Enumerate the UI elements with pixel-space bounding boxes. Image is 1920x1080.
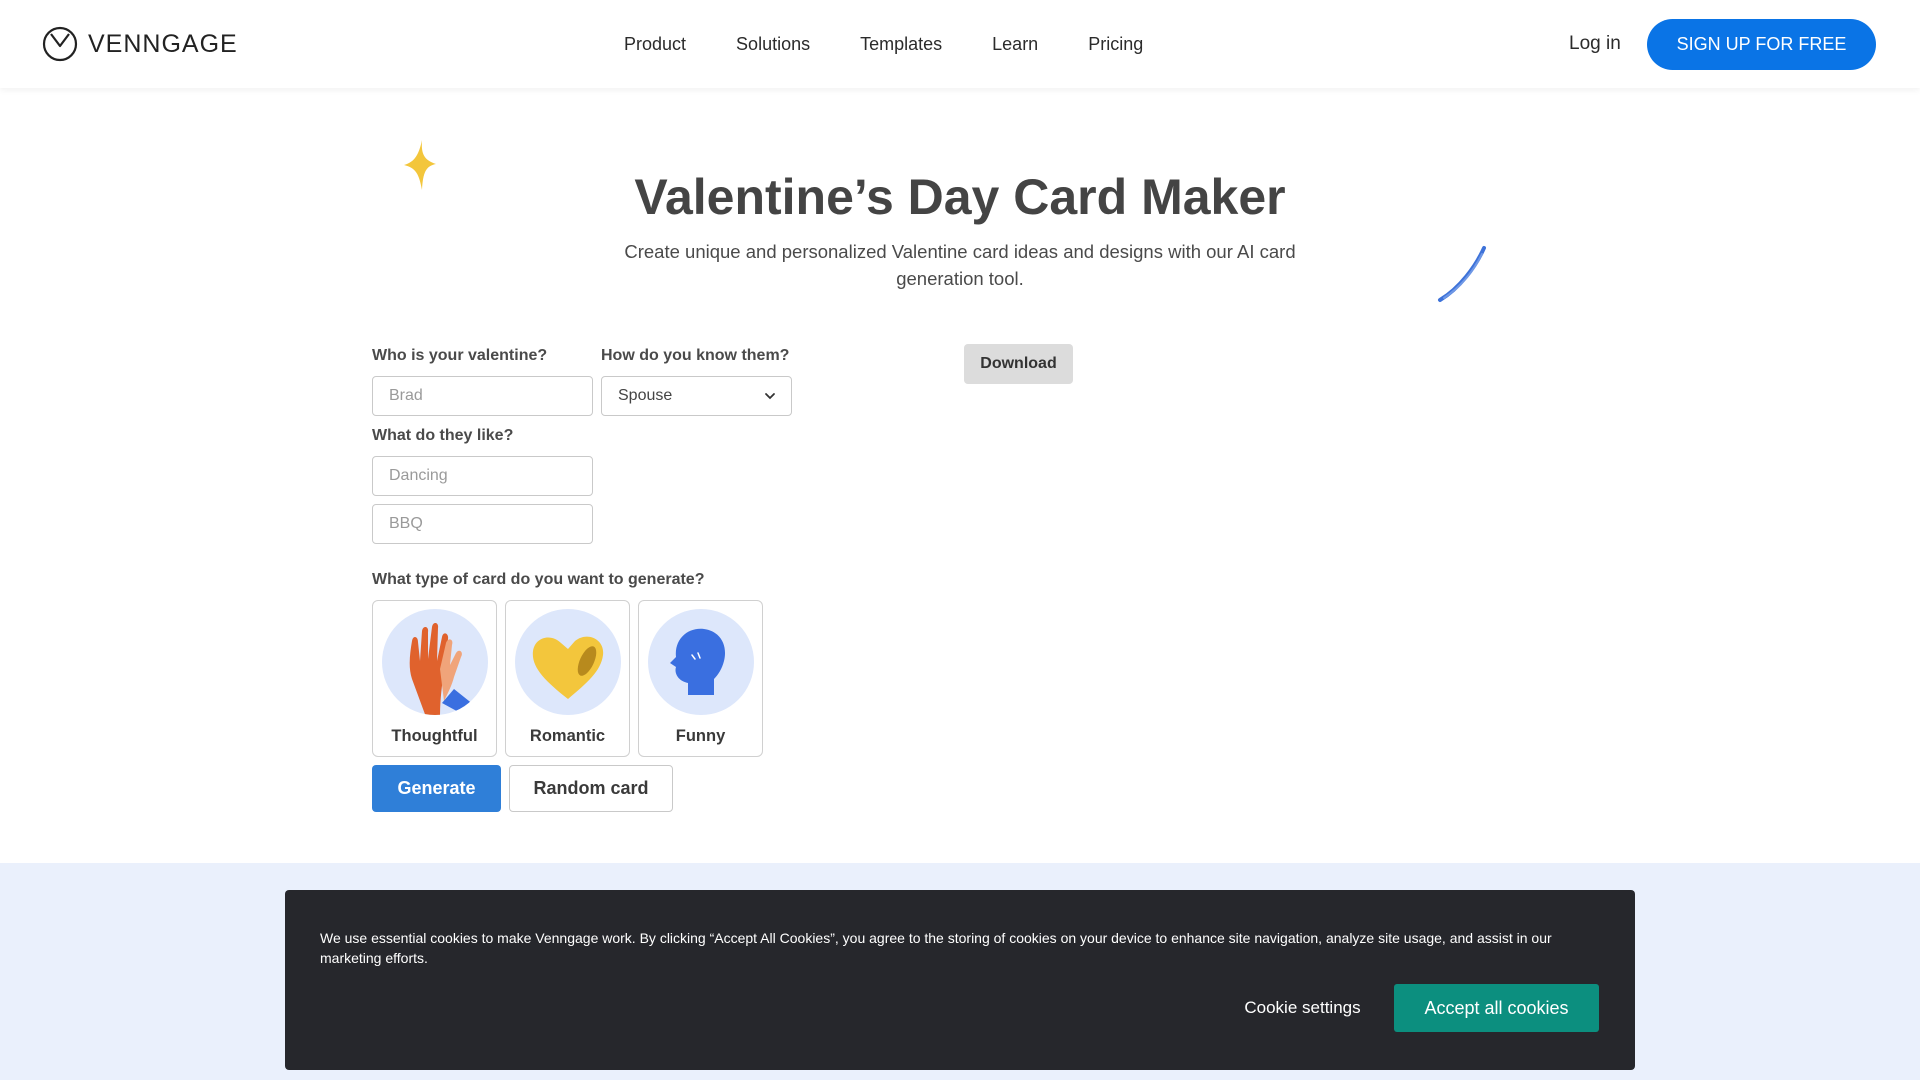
cookie-banner: We use essential cookies to make Venngag… (285, 890, 1635, 1070)
download-button[interactable]: Download (964, 344, 1073, 384)
signup-button[interactable]: SIGN UP FOR FREE (1647, 19, 1876, 70)
like-input-1[interactable] (372, 456, 593, 496)
nav-learn[interactable]: Learn (992, 34, 1038, 55)
nav-pricing[interactable]: Pricing (1088, 34, 1143, 55)
who-label: Who is your valentine? (372, 347, 548, 364)
nav-product[interactable]: Product (624, 34, 686, 55)
site-header: VENNGAGE Product Solutions Templates Lea… (0, 0, 1920, 88)
card-type-thoughtful[interactable]: Thoughtful (372, 600, 497, 757)
nav-templates[interactable]: Templates (860, 34, 942, 55)
card-type-illustration (648, 609, 754, 715)
relationship-select[interactable]: Spouse (601, 376, 792, 416)
random-card-button[interactable]: Random card (509, 765, 673, 812)
card-type-illustration (515, 609, 621, 715)
cookie-notice-text: We use essential cookies to make Venngag… (320, 930, 1552, 966)
login-link[interactable]: Log in (1569, 33, 1621, 55)
card-type-funny[interactable]: Funny (638, 600, 763, 757)
like-input-2[interactable] (372, 504, 593, 544)
logo-mark-icon (42, 26, 78, 62)
generate-button[interactable]: Generate (372, 765, 501, 812)
laughing-head-icon (670, 628, 726, 695)
main-nav: Product Solutions Templates Learn Pricin… (624, 0, 1193, 88)
brush-stroke-icon (1438, 246, 1486, 302)
page-subtitle: Create unique and personalized Valentine… (624, 241, 1296, 289)
venngage-logo[interactable]: VENNGAGE (42, 26, 238, 62)
heart-icon (532, 636, 604, 699)
nav-solutions[interactable]: Solutions (736, 34, 810, 55)
card-type-caption: Romantic (529, 727, 606, 745)
accept-cookies-button[interactable]: Accept all cookies (1394, 984, 1599, 1032)
cookie-settings-button[interactable]: Cookie settings (1230, 985, 1375, 1031)
card-type-romantic[interactable]: Romantic (505, 600, 630, 757)
relationship-value: Spouse (618, 387, 673, 404)
brand-name: VENNGAGE (88, 29, 238, 58)
chevron-down-icon (765, 393, 775, 400)
page-title: Valentine’s Day Card Maker (634, 169, 1286, 225)
card-type-caption: Funny (675, 727, 726, 745)
high-five-icon (409, 623, 474, 715)
card-type-illustration (382, 609, 488, 715)
card-type-caption: Thoughtful (391, 727, 478, 745)
relationship-label: How do you know them? (601, 347, 790, 364)
card-type-label: What type of card do you want to generat… (372, 571, 705, 588)
likes-label: What do they like? (372, 427, 514, 444)
valentine-name-input[interactable] (372, 376, 593, 416)
